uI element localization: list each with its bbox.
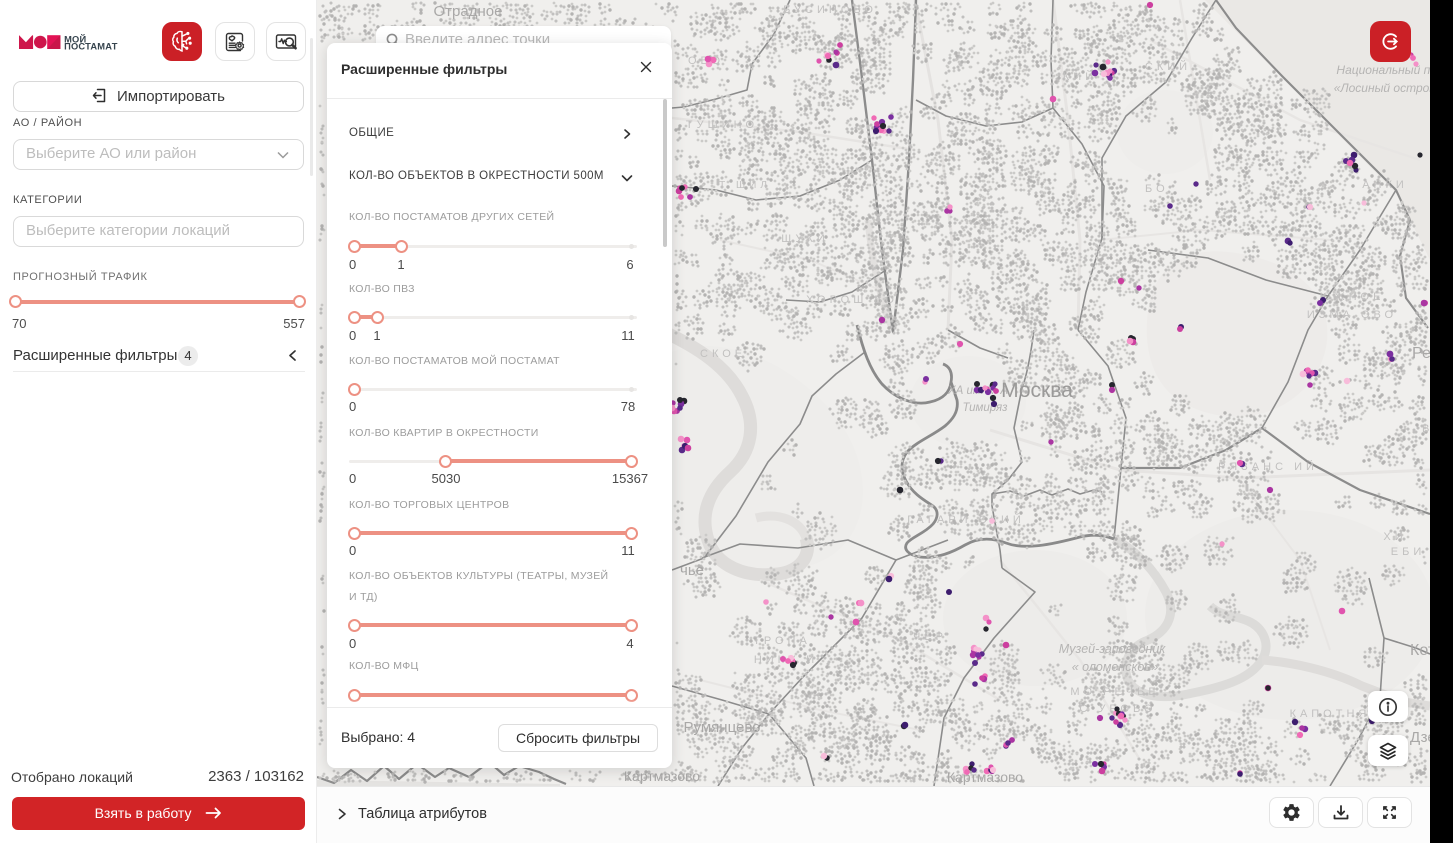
svg-text:Дзержин: Дзержин — [1410, 729, 1430, 746]
svg-text:ЩУКИ: ЩУКИ — [781, 233, 829, 245]
svg-text:ЧЕР: ЧЕР — [913, 631, 947, 643]
svg-text:МО РЕЧЬЕ: МО РЕЧЬЕ — [1070, 686, 1159, 698]
svg-text:ЕБИ: ЕБИ — [1391, 546, 1425, 558]
svg-text:ПОСТАМАТ: ПОСТАМАТ — [64, 42, 118, 52]
svg-text:Картмазово: Картмазово — [624, 768, 700, 784]
svg-text:ВЕШ: ВЕШ — [1422, 423, 1430, 435]
svg-text:Румянцево: Румянцево — [684, 719, 761, 736]
svg-text:БО: БО — [1145, 183, 1169, 195]
svg-text:ХИ: ХИ — [1383, 531, 1406, 543]
svg-text:Коте: Коте — [1410, 642, 1430, 659]
svg-text:ХОРОШ ВО: ХОРОШ ВО — [806, 294, 898, 306]
svg-text:Реут: Реут — [1412, 345, 1430, 362]
svg-text:СКИЙ: СКИЙ — [1145, 60, 1191, 73]
svg-text:ТУШИНО: ТУШИНО — [686, 119, 758, 131]
svg-text:СКОЕ: СКОЕ — [700, 348, 746, 360]
svg-text:КАПОТНЯ: КАПОТНЯ — [1290, 708, 1371, 720]
svg-text:Отрадное: Отрадное — [434, 3, 503, 20]
svg-text:БУСИНОВО: БУСИНОВО — [783, 4, 877, 16]
svg-text:РЯЗАНС ИЙ: РЯЗАНС ИЙ — [1218, 460, 1318, 473]
svg-text:ИЗМА ОВО: ИЗМА ОВО — [1307, 309, 1397, 321]
svg-text:чье: чье — [680, 562, 704, 579]
svg-text:ЮЖНОЕ: ЮЖНОЕ — [1320, 291, 1385, 303]
svg-text:«Лосиный остров»: «Лосиный остров» — [1334, 81, 1430, 95]
svg-text:Т ШИЛ: Т ШИЛ — [719, 180, 771, 191]
svg-text:« оломенское»: « оломенское» — [1072, 660, 1159, 674]
svg-text:Москва: Москва — [1001, 379, 1073, 402]
svg-text:ТРОПА: ТРОПА — [753, 635, 811, 647]
svg-text:Музей-заповедник: Музей-заповедник — [1059, 642, 1167, 656]
svg-text:Тимиряз: Тимиряз — [962, 402, 1008, 414]
svg-text:ГАГАРИ СКИЙ: ГАГАРИ СКИЙ — [907, 513, 1025, 526]
svg-text:АНКИ: АНКИ — [1362, 179, 1408, 191]
